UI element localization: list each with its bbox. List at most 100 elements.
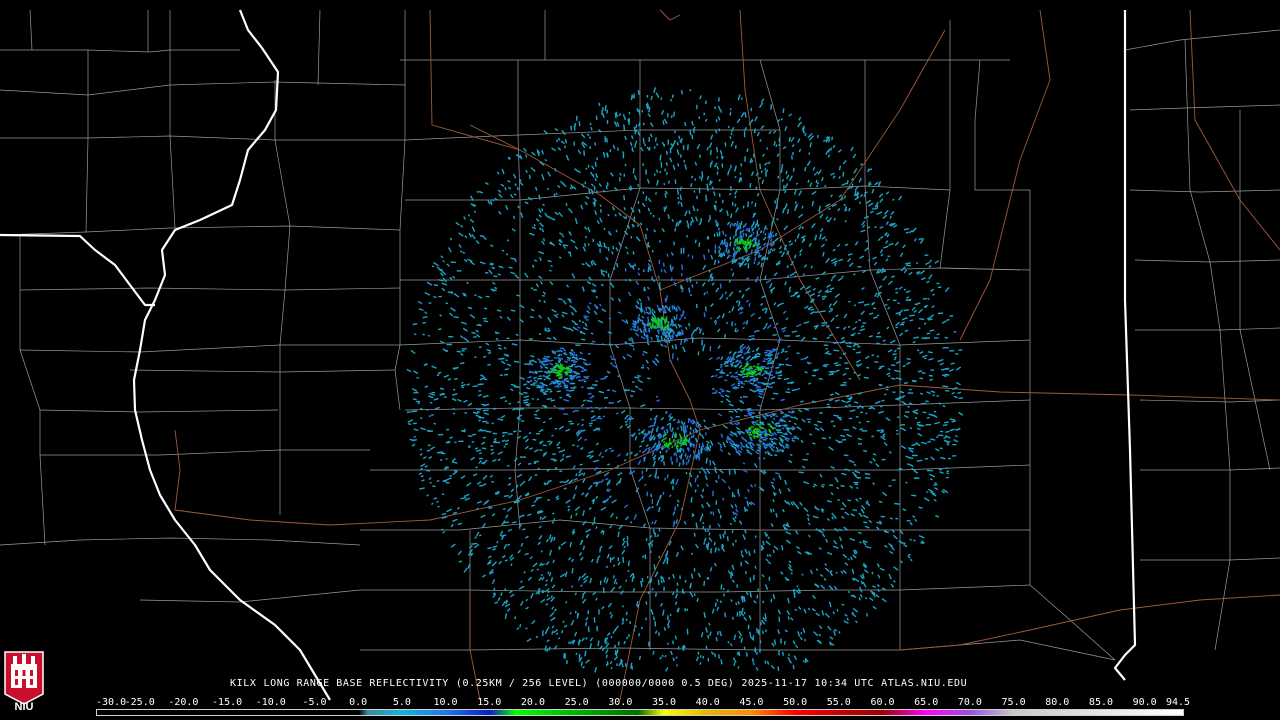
- echo-pixel: [756, 363, 760, 366]
- echo-pixel: [848, 207, 851, 212]
- echo-pixel: [794, 275, 797, 278]
- echo-pixel: [791, 437, 796, 440]
- echo-pixel: [732, 235, 735, 239]
- echo-pixel: [739, 311, 744, 315]
- echo-pixel: [665, 162, 669, 166]
- echo-pixel: [483, 320, 489, 323]
- echo-pixel: [698, 443, 701, 448]
- echo-pixel: [919, 351, 924, 355]
- echo-pixel: [582, 379, 586, 381]
- echo-pixel: [581, 492, 585, 496]
- echo-pixel: [878, 500, 883, 504]
- echo-pixel: [564, 360, 569, 364]
- echo-pixel: [745, 287, 751, 292]
- echo-pixel: [699, 176, 701, 179]
- echo-pixel: [788, 653, 790, 656]
- echo-pixel: [621, 621, 625, 625]
- echo-pixel: [798, 213, 804, 219]
- echo-pixel: [624, 246, 628, 250]
- echo-pixel: [624, 663, 627, 668]
- echo-pixel: [682, 448, 685, 453]
- echo-pixel: [786, 264, 790, 269]
- echo-pixel: [817, 294, 821, 298]
- echo-pixel: [590, 126, 593, 131]
- echo-pixel: [664, 654, 667, 658]
- echo-pixel: [752, 415, 755, 418]
- echo-pixel: [879, 365, 885, 368]
- echo-pixel: [706, 440, 710, 444]
- echo-pixel: [698, 456, 700, 461]
- echo-pixel: [712, 490, 714, 497]
- echo-pixel: [897, 416, 900, 418]
- echo-pixel: [815, 179, 818, 184]
- echo-pixel: [540, 367, 543, 369]
- echo-pixel: [898, 195, 903, 201]
- echo-pixel: [474, 447, 479, 450]
- echo-pixel: [485, 272, 489, 274]
- echo-pixel: [758, 395, 763, 399]
- echo-pixel: [701, 513, 704, 517]
- echo-pixel: [928, 265, 932, 268]
- echo-pixel: [860, 411, 864, 414]
- echo-pixel: [663, 460, 666, 466]
- echo-pixel: [487, 363, 491, 366]
- echo-pixel: [784, 183, 789, 189]
- echo-pixel: [878, 193, 884, 198]
- echo-pixel: [847, 253, 853, 256]
- echo-pixel: [775, 144, 778, 148]
- echo-pixel: [849, 397, 853, 399]
- echo-pixel: [800, 439, 804, 444]
- echo-pixel: [676, 582, 679, 586]
- echo-pixel: [512, 521, 517, 524]
- echo-pixel: [741, 229, 745, 233]
- echo-pixel: [958, 397, 964, 399]
- echo-pixel: [723, 612, 727, 618]
- echo-pixel: [745, 375, 749, 378]
- county-line: [939, 20, 1031, 271]
- echo-pixel: [787, 597, 790, 604]
- echo-pixel: [747, 624, 750, 630]
- echo-pixel: [720, 659, 723, 665]
- echo-pixel: [752, 212, 757, 218]
- echo-pixel: [773, 302, 777, 306]
- echo-pixel: [773, 272, 778, 277]
- echo-pixel: [492, 545, 498, 549]
- echo-pixel: [646, 94, 649, 98]
- echo-pixel: [424, 291, 431, 296]
- echo-pixel: [731, 306, 735, 312]
- echo-pixel: [530, 166, 536, 172]
- echo-pixel: [892, 391, 896, 393]
- echo-pixel: [676, 457, 678, 463]
- echo-pixel: [656, 499, 660, 506]
- echo-pixel: [649, 311, 651, 315]
- echo-pixel: [653, 310, 656, 314]
- echo-pixel: [629, 141, 633, 147]
- echo-pixel: [415, 400, 420, 403]
- echo-pixel: [739, 242, 741, 245]
- echo-pixel: [651, 505, 654, 509]
- echo-pixel: [762, 242, 767, 246]
- echo-pixel: [524, 552, 529, 556]
- echo-pixel: [705, 457, 708, 464]
- echo-pixel: [807, 517, 810, 521]
- echo-pixel: [892, 198, 895, 202]
- echo-pixel: [685, 462, 688, 465]
- echo-pixel: [654, 621, 657, 627]
- echo-pixel: [735, 426, 741, 431]
- echo-pixel: [719, 469, 724, 474]
- echo-pixel: [651, 308, 654, 312]
- echo-pixel: [486, 348, 492, 352]
- echo-pixel: [557, 447, 561, 449]
- echo-pixel: [734, 190, 738, 195]
- echo-pixel: [568, 327, 574, 332]
- echo-pixel: [480, 441, 486, 445]
- echo-pixel: [587, 484, 593, 491]
- echo-pixel: [600, 209, 602, 213]
- scale-tick-label: 50.0: [783, 697, 808, 708]
- echo-pixel: [641, 577, 644, 583]
- echo-pixel: [844, 220, 847, 223]
- echo-pixel: [617, 641, 620, 646]
- echo-pixel: [704, 306, 707, 312]
- echo-pixel: [491, 561, 497, 567]
- echo-pixel: [520, 542, 524, 547]
